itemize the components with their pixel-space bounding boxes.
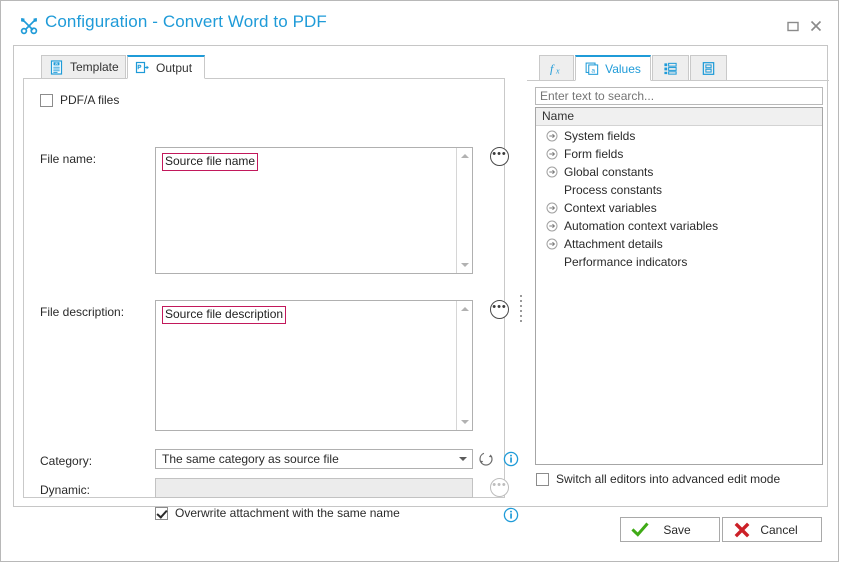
switch-advanced-edit-checkbox-row[interactable]: Switch all editors into advanced edit mo… — [536, 472, 780, 486]
expand-arrow-icon[interactable] — [546, 166, 558, 178]
save-button-label: Save — [663, 522, 691, 537]
pdfa-files-label: PDF/A files — [60, 93, 120, 107]
window-title: Configuration - Convert Word to PDF — [45, 12, 327, 31]
tab-output[interactable]: Output — [127, 55, 205, 79]
tab-output-label: Output — [156, 60, 193, 75]
pdfa-files-checkbox-row[interactable]: PDF/A files — [40, 93, 119, 107]
tools-icon — [19, 16, 39, 36]
svg-text:x: x — [555, 67, 560, 76]
file-description-scrollbar[interactable] — [456, 301, 472, 430]
tree-item-label: Automation context variables — [564, 219, 719, 233]
tree-item-performance-indicators[interactable]: Performance indicators — [536, 253, 822, 271]
overwrite-attachment-checkbox[interactable] — [155, 506, 168, 520]
file-name-label: File name: — [40, 152, 97, 166]
file-description-more-button[interactable]: ••• — [490, 300, 509, 319]
export-pdf-icon — [135, 60, 150, 75]
tab-template[interactable]: W Template — [41, 55, 126, 79]
overwrite-attachment-checkbox-row[interactable]: Overwrite attachment with the same name — [155, 506, 400, 520]
left-tab-strip: W Template Output — [23, 55, 505, 79]
output-settings-pane: W Template Output PDF/A files File name:… — [23, 55, 519, 523]
function-fx-icon: f x — [548, 60, 566, 76]
tree-item-global-constants[interactable]: Global constants — [536, 163, 822, 181]
scroll-up-icon[interactable] — [457, 149, 472, 163]
scroll-down-icon[interactable] — [457, 415, 472, 429]
switch-advanced-edit-checkbox[interactable] — [536, 472, 549, 486]
output-tab-panel: PDF/A files File name: Source file name … — [23, 79, 519, 523]
red-x-icon — [733, 521, 751, 539]
switch-advanced-edit-label: Switch all editors into advanced edit mo… — [556, 472, 781, 486]
file-description-token[interactable]: Source file description — [162, 306, 287, 324]
dialog-content-frame: W Template Output PDF/A files File name:… — [13, 45, 829, 523]
tree-item-label: System fields — [564, 129, 636, 143]
tree-item-label: Performance indicators — [564, 255, 688, 269]
search-input[interactable] — [535, 87, 823, 105]
tree-item-label: Context variables — [564, 201, 657, 215]
category-dropdown[interactable]: The same category as source file — [155, 449, 473, 469]
maximize-icon[interactable] — [785, 18, 801, 34]
title-bar: Configuration - Convert Word to PDF — [1, 1, 838, 41]
overwrite-attachment-label: Overwrite attachment with the same name — [175, 506, 400, 520]
cancel-button[interactable]: Cancel — [722, 517, 822, 542]
file-name-editor-content[interactable]: Source file name — [156, 148, 456, 273]
list-properties-icon — [663, 61, 678, 76]
close-icon[interactable] — [808, 18, 824, 34]
tree-item-label: Form fields — [564, 147, 624, 161]
tree-item-label: Attachment details — [564, 237, 663, 251]
dynamic-label: Dynamic: — [40, 483, 91, 497]
tree-item-system-fields[interactable]: System fields — [536, 127, 822, 145]
expand-arrow-icon[interactable] — [546, 130, 558, 142]
values-card-icon: a — [585, 61, 600, 76]
tab-values[interactable]: a Values — [575, 55, 651, 81]
green-check-icon — [631, 521, 649, 539]
cancel-button-label: Cancel — [760, 522, 798, 537]
tree-item-context-variables[interactable]: Context variables — [536, 199, 822, 217]
file-description-editor-content[interactable]: Source file description — [156, 301, 456, 430]
save-button[interactable]: Save — [620, 517, 720, 542]
tab-template-label: Template — [70, 60, 119, 74]
tree-item-label: Global constants — [564, 165, 654, 179]
tab-list-properties[interactable] — [652, 55, 689, 81]
tree-item-process-constants[interactable]: Process constants — [536, 181, 822, 199]
file-description-editor[interactable]: Source file description — [155, 300, 473, 431]
document-fields-icon — [701, 61, 716, 76]
word-document-icon: W — [49, 59, 64, 75]
right-tab-strip: f x a Values — [527, 55, 829, 81]
svg-text:f: f — [550, 62, 555, 76]
expand-arrow-icon[interactable] — [546, 148, 558, 160]
file-name-more-button[interactable]: ••• — [490, 147, 509, 166]
file-description-label: File description: — [40, 305, 125, 319]
category-dropdown-value: The same category as source file — [162, 452, 339, 466]
tree-item-attachment-details[interactable]: Attachment details — [536, 235, 822, 253]
tree-item-form-fields[interactable]: Form fields — [536, 145, 822, 163]
pdfa-files-checkbox[interactable] — [40, 93, 53, 107]
tab-functions[interactable]: f x — [539, 55, 574, 81]
pane-splitter[interactable] — [514, 100, 527, 540]
file-name-editor[interactable]: Source file name — [155, 147, 473, 274]
expand-arrow-icon[interactable] — [546, 238, 558, 250]
chevron-down-icon[interactable] — [459, 457, 467, 461]
category-label: Category: — [40, 454, 93, 468]
configuration-dialog-window: Configuration - Convert Word to PDF W Te… — [0, 0, 839, 562]
dynamic-input — [155, 478, 473, 498]
scroll-down-icon[interactable] — [457, 258, 472, 272]
tree-item-automation-context-variables[interactable]: Automation context variables — [536, 217, 822, 235]
tree-items-container: System fields Form fields Global constan… — [536, 127, 822, 464]
expand-arrow-icon[interactable] — [546, 220, 558, 232]
svg-text:a: a — [591, 67, 595, 74]
tab-values-label: Values — [605, 61, 641, 76]
tab-document-fields[interactable] — [690, 55, 727, 81]
expand-arrow-icon[interactable] — [546, 202, 558, 214]
file-name-scrollbar[interactable] — [456, 148, 472, 273]
values-tree: Name System fields Form fields Global co… — [535, 107, 823, 465]
tree-column-header-name: Name — [536, 108, 822, 126]
values-pane: f x a Values Enter text to search... Nam… — [527, 55, 829, 498]
refresh-icon[interactable] — [478, 451, 494, 467]
dynamic-more-button: ••• — [490, 478, 509, 497]
tree-item-label: Process constants — [564, 183, 663, 197]
scroll-up-icon[interactable] — [457, 302, 472, 316]
file-name-token[interactable]: Source file name — [162, 153, 259, 171]
